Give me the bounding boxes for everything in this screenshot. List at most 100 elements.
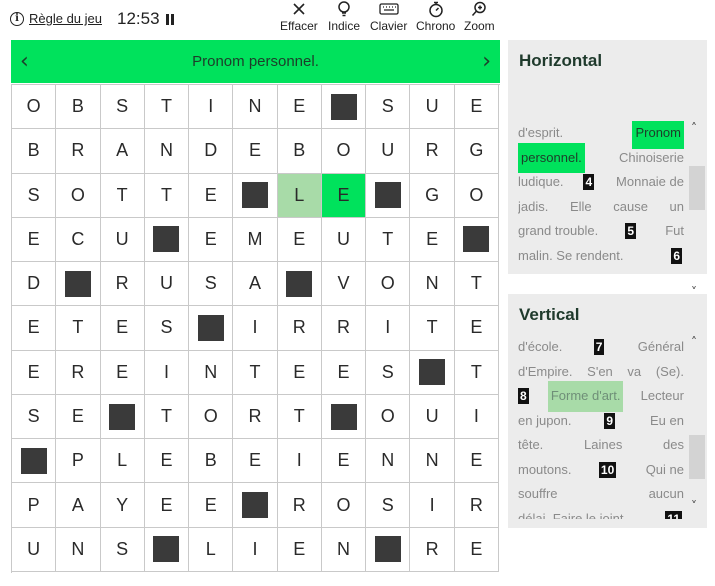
scroll-thumb[interactable] [689, 166, 705, 210]
keyboard-button[interactable]: Clavier [370, 0, 407, 33]
grid-cell[interactable]: S [189, 262, 234, 307]
grid-cell[interactable]: E [100, 306, 145, 351]
grid-cell[interactable]: O [321, 483, 367, 528]
grid-cell[interactable]: E [233, 439, 278, 484]
grid-cell[interactable]: E [321, 350, 367, 395]
clue-number[interactable]: 9 [604, 412, 616, 429]
grid-cell[interactable]: R [56, 129, 101, 174]
clue-text[interactable]: Qui ne [646, 458, 684, 483]
clue-text[interactable]: grand trouble. [518, 219, 598, 244]
grid-cell[interactable]: E [277, 527, 322, 572]
clue-number[interactable]: 11 [665, 510, 682, 519]
grid-cell[interactable]: B [189, 439, 234, 484]
grid-cell[interactable]: E [321, 173, 367, 218]
grid-cell[interactable]: R [321, 306, 367, 351]
grid-cell[interactable]: R [233, 394, 278, 440]
grid-cell[interactable]: A [56, 483, 101, 528]
grid-cell[interactable]: U [410, 85, 455, 130]
grid-cell[interactable]: E [454, 527, 499, 572]
hint-button[interactable]: Indice [328, 0, 360, 33]
grid-cell[interactable]: T [56, 306, 101, 351]
grid-cell[interactable]: S [100, 527, 145, 572]
grid-cell[interactable]: R [100, 262, 145, 307]
grid-cell[interactable]: E [410, 217, 455, 263]
grid-cell[interactable]: S [12, 394, 57, 440]
grid-cell[interactable]: I [277, 439, 322, 484]
grid-cell[interactable]: R [410, 527, 455, 572]
grid-cell[interactable]: S [366, 350, 411, 395]
scroll-thumb[interactable] [689, 435, 705, 479]
grid-cell[interactable]: E [454, 85, 499, 130]
zoom-button[interactable]: Zoom [464, 0, 495, 33]
grid-cell[interactable]: U [366, 129, 411, 174]
grid-cell[interactable]: E [454, 306, 499, 351]
grid-cell[interactable]: E [277, 217, 322, 263]
horizontal-scrollbar[interactable]: ˄ ˅ [687, 121, 707, 303]
grid-cell[interactable]: S [12, 173, 57, 218]
clue-number[interactable]: 8 [518, 388, 529, 405]
next-clue-button[interactable]: › [482, 49, 491, 74]
grid-cell[interactable]: S [100, 85, 145, 130]
grid-cell[interactable]: B [12, 129, 57, 174]
grid-cell[interactable]: E [144, 483, 190, 528]
grid-cell[interactable]: R [56, 350, 101, 395]
grid-cell[interactable]: I [233, 306, 278, 351]
grid-cell[interactable]: S [366, 85, 411, 130]
chevron-up-icon[interactable]: ˄ [691, 121, 697, 135]
grid-cell[interactable]: N [321, 527, 367, 572]
clue-number[interactable]: 10 [598, 461, 617, 478]
clue-text[interactable]: Chinoiserie [619, 146, 684, 171]
grid-cell[interactable]: O [321, 129, 367, 174]
grid-cell[interactable]: T [277, 394, 322, 440]
grid-cell[interactable]: E [12, 350, 57, 395]
grid-cell[interactable]: O [454, 173, 499, 218]
grid-cell[interactable]: E [56, 394, 101, 440]
clue-text[interactable]: Lecteur [641, 384, 684, 409]
rules-link[interactable]: i Règle du jeu [10, 11, 102, 26]
clue-text[interactable]: souffre aucun [518, 482, 684, 507]
clue-text[interactable]: Eu en [650, 409, 684, 434]
grid-cell[interactable]: I [366, 306, 411, 351]
grid-cell[interactable]: U [100, 217, 145, 263]
grid-cell[interactable]: E [277, 350, 322, 395]
grid-cell[interactable]: C [56, 217, 101, 263]
grid-cell[interactable]: U [321, 217, 367, 263]
grid-cell[interactable]: I [144, 350, 190, 395]
grid-cell[interactable]: E [100, 350, 145, 395]
grid-cell[interactable]: U [410, 394, 455, 440]
grid-cell[interactable]: U [12, 527, 57, 572]
grid-cell[interactable]: T [144, 394, 190, 440]
horizontal-clues-list[interactable]: d'esprit. Pronom personnel. Chinoiserie ludi… [518, 121, 684, 264]
grid-cell[interactable]: E [454, 439, 499, 484]
grid-cell[interactable]: O [366, 394, 411, 440]
grid-cell[interactable]: B [56, 85, 101, 130]
clue-text[interactable]: Fut [665, 219, 684, 244]
grid-cell[interactable]: D [12, 262, 57, 307]
grid-cell[interactable]: L [189, 527, 234, 572]
grid-cell[interactable]: T [454, 350, 499, 395]
rules-label[interactable]: Règle du jeu [29, 11, 102, 26]
grid-cell[interactable]: N [233, 85, 278, 130]
grid-cell[interactable]: O [189, 394, 234, 440]
grid-cell[interactable]: G [454, 129, 499, 174]
grid-cell[interactable]: N [366, 439, 411, 484]
grid-cell[interactable]: L [100, 439, 145, 484]
grid-cell[interactable]: E [12, 306, 57, 351]
clue-text[interactable]: jadis. Elle cause un [518, 195, 684, 220]
grid-cell[interactable]: T [100, 173, 145, 218]
grid-cell[interactable]: O [56, 173, 101, 218]
grid-cell[interactable]: T [454, 262, 499, 307]
grid-cell[interactable]: D [189, 129, 234, 174]
grid-cell[interactable]: T [410, 306, 455, 351]
clue-text[interactable]: Monnaie de [616, 170, 684, 195]
clue-text[interactable]: Général [638, 335, 684, 360]
grid-cell[interactable]: E [233, 129, 278, 174]
grid-cell[interactable]: T [144, 173, 190, 218]
erase-button[interactable]: Effacer [280, 0, 318, 33]
grid-cell[interactable]: A [100, 129, 145, 174]
grid-cell[interactable]: T [366, 217, 411, 263]
grid-cell[interactable]: R [454, 483, 499, 528]
grid-cell[interactable]: O [366, 262, 411, 307]
clue-text[interactable]: délai. Faire le joint. [518, 507, 627, 520]
clue-text[interactable]: en jupon. [518, 409, 572, 434]
